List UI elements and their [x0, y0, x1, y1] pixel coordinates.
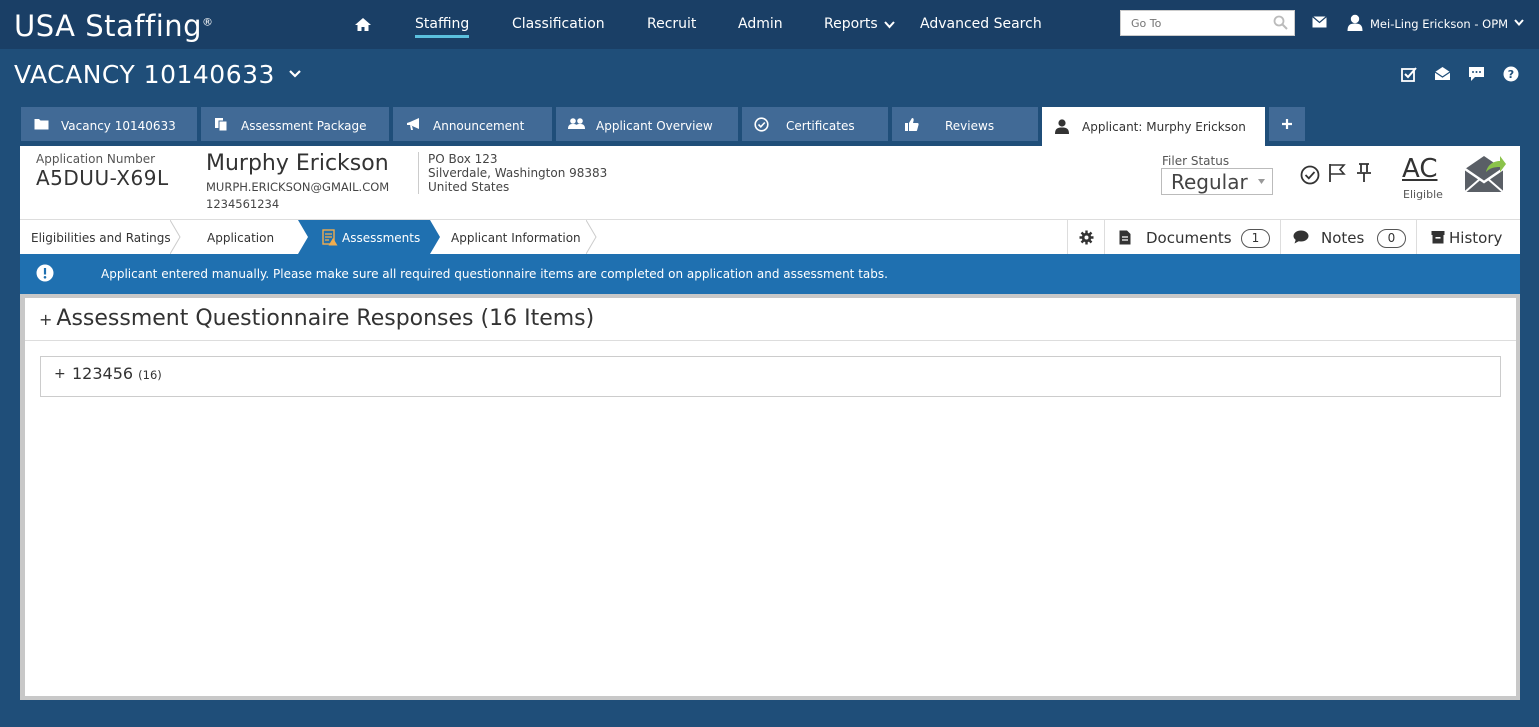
breadcrumb-arrow [170, 220, 181, 254]
mail-icon[interactable] [1312, 16, 1327, 28]
tab-certificates[interactable]: Certificates [742, 107, 888, 141]
tab-announcement[interactable]: Announcement [393, 107, 552, 141]
subtab-eligibilities[interactable]: Eligibilities and Ratings [31, 231, 171, 245]
history-button[interactable]: History [1416, 220, 1520, 254]
nav-staffing[interactable]: Staffing [415, 16, 470, 38]
documents-icon [215, 118, 228, 132]
expand-plus-icon: + [39, 310, 53, 329]
gear-icon [1079, 230, 1094, 245]
tab-applicant[interactable]: Applicant: Murphy Erickson [1042, 107, 1265, 146]
section-divider [25, 340, 1516, 341]
questionnaire-item[interactable]: + 123456 (16) [40, 356, 1501, 397]
documents-button[interactable]: Documents 1 [1104, 220, 1280, 254]
email-send-icon[interactable] [1464, 154, 1506, 194]
address-line-1: PO Box 123 [428, 152, 498, 166]
tab-applicant-overview[interactable]: Applicant Overview [556, 107, 738, 141]
check-circle-icon[interactable] [1300, 165, 1320, 185]
goto-search-box [1120, 10, 1295, 36]
add-tab-button[interactable] [1269, 107, 1305, 141]
tab-reviews[interactable]: Reviews [892, 107, 1038, 141]
subtab-assessments[interactable]: Assessments [342, 231, 420, 245]
nav-advanced-search[interactable]: Advanced Search [920, 16, 1042, 32]
top-navbar: USA Staffing® Staffing Classification Re… [0, 0, 1539, 49]
document-icon [1119, 230, 1131, 245]
svg-text:?: ? [1508, 68, 1514, 81]
check-circle-icon [754, 117, 769, 132]
questionnaire-section-toggle[interactable]: + Assessment Questionnaire Responses (16 … [39, 306, 594, 331]
help-icon[interactable]: ? [1503, 66, 1519, 82]
address-divider [418, 152, 419, 194]
comments-icon[interactable] [1468, 66, 1485, 82]
vacancy-chevron-down-icon[interactable] [289, 70, 301, 78]
subtab-applicant-information[interactable]: Applicant Information [451, 231, 581, 245]
reports-chevron-down-icon[interactable] [884, 21, 895, 29]
expand-plus-icon: + [54, 366, 66, 382]
applicant-phone: 1234561234 [206, 197, 280, 211]
user-icon [1055, 119, 1069, 134]
applicant-info-header: Application Number A5DUU-X69L Murphy Eri… [20, 146, 1520, 219]
tab-vacancy[interactable]: Vacancy 10140633 [21, 107, 197, 141]
nav-classification[interactable]: Classification [512, 16, 605, 32]
speech-bubble-icon [1293, 230, 1309, 244]
thumbs-up-icon [905, 118, 919, 131]
breadcrumb-arrow [586, 220, 597, 254]
alert-message: Applicant entered manually. Please make … [101, 267, 888, 281]
applicant-email: MURPH.ERICKSON@GMAIL.COM [206, 180, 390, 194]
documents-count-badge: 1 [1241, 229, 1270, 248]
notes-count-badge: 0 [1377, 229, 1406, 248]
archive-icon [1431, 231, 1445, 244]
nav-admin[interactable]: Admin [738, 16, 783, 32]
exclamation-circle-icon [36, 264, 54, 282]
user-icon [1347, 14, 1363, 31]
eligibility-label: Eligible [1403, 188, 1443, 201]
nav-recruit[interactable]: Recruit [647, 16, 696, 32]
app-logo[interactable]: USA Staffing® [14, 9, 214, 43]
folder-icon [34, 119, 49, 130]
plus-icon [1282, 119, 1292, 129]
home-icon[interactable] [353, 15, 373, 35]
vacancy-title: VACANCY 10140633 [14, 60, 275, 89]
address-line-2: Silverdale, Washington 98383 [428, 166, 608, 180]
applicant-subnav: Eligibilities and Ratings Application As… [20, 219, 1520, 254]
tasks-checkbox-icon[interactable] [1401, 66, 1417, 82]
goto-input[interactable] [1121, 11, 1261, 35]
assessment-content: + Assessment Questionnaire Responses (16 … [25, 298, 1516, 696]
settings-button[interactable] [1067, 220, 1104, 254]
applicant-name: Murphy Erickson [206, 151, 389, 176]
subtab-application[interactable]: Application [207, 231, 274, 245]
tab-assessment-package[interactable]: Assessment Package [201, 107, 389, 141]
user-name[interactable]: Mei-Ling Erickson - OPM [1370, 17, 1508, 31]
nav-reports[interactable]: Reports [824, 16, 878, 32]
search-icon[interactable] [1273, 15, 1288, 30]
application-number: A5DUU-X69L [36, 166, 169, 190]
address-line-3: United States [428, 180, 510, 194]
questionnaire-count: (16) [138, 368, 162, 382]
flag-icon[interactable] [1327, 163, 1347, 183]
caret-down-icon [1258, 179, 1265, 184]
megaphone-icon [407, 118, 419, 130]
eligibility-code[interactable]: AC [1402, 154, 1437, 184]
filer-status-select[interactable]: Regular [1161, 168, 1273, 195]
filer-status-label: Filer Status [1162, 154, 1230, 168]
questionnaire-name: 123456 (16) [72, 364, 162, 383]
section-title: Assessment Questionnaire Responses (16 I… [56, 306, 595, 331]
user-chevron-down-icon[interactable] [1514, 19, 1524, 26]
notes-button[interactable]: Notes 0 [1280, 220, 1416, 254]
assessment-warning-icon [322, 229, 338, 246]
info-alert-banner: Applicant entered manually. Please make … [20, 254, 1520, 294]
pin-icon[interactable] [1356, 163, 1372, 183]
open-mail-icon[interactable] [1434, 66, 1451, 81]
application-number-label: Application Number [36, 152, 156, 166]
users-icon [568, 118, 585, 129]
